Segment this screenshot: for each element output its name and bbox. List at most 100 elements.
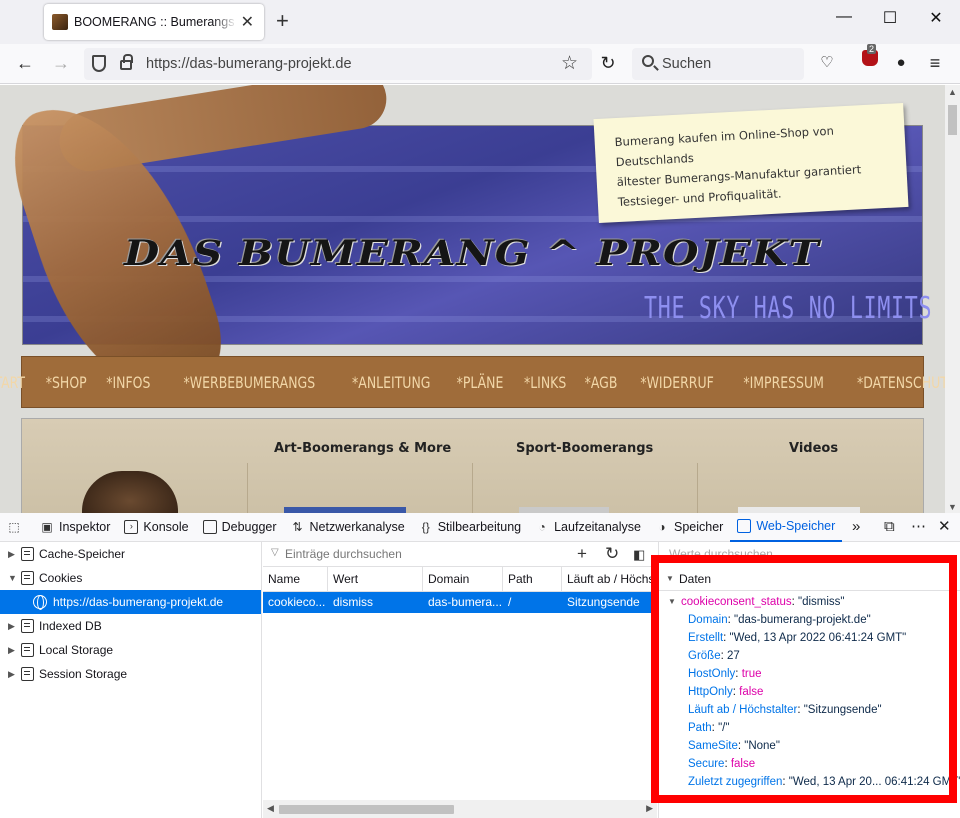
column-heading-sport[interactable]: Sport-Boomerangs — [516, 441, 653, 456]
table-filter[interactable]: ▽ Einträge durchsuchen + ↻ ◧ — [263, 542, 657, 567]
url-text[interactable]: https://das-bumerang-projekt.de — [146, 56, 352, 72]
tree-item-label: Cache-Speicher — [39, 547, 126, 561]
menu-item-shop[interactable]: *SHOP — [45, 373, 86, 392]
cookie-root-entry[interactable]: cookieconsent_status: "dismiss" — [668, 593, 844, 611]
column-header-domain[interactable]: Domain — [423, 567, 503, 592]
column-heading-art[interactable]: Art-Boomerangs & More — [274, 441, 451, 456]
menu-item-infos[interactable]: *INFOS — [106, 373, 150, 392]
scroll-right-arrow-icon[interactable]: ▶ — [646, 803, 653, 814]
more-options-icon[interactable]: ⋯ — [911, 513, 926, 542]
tree-item-local-storage[interactable]: ▶ Local Storage — [0, 638, 261, 662]
minimize-button[interactable]: — — [830, 8, 858, 26]
element-picker-button[interactable]: ⬚ — [0, 513, 33, 542]
site-logo[interactable]: DAS BUMERANG ^ PROJEKT — [124, 233, 945, 274]
cookie-property-row[interactable]: HostOnly: true — [688, 665, 762, 683]
tracking-protection-shield-icon[interactable] — [92, 55, 106, 72]
cell-value[interactable]: dismiss — [328, 592, 423, 613]
toggle-sidebar-icon[interactable]: ◧ — [633, 547, 645, 563]
tree-item-session-storage[interactable]: ▶ Session Storage — [0, 662, 261, 686]
scrollbar-thumb[interactable] — [279, 805, 454, 814]
url-bar[interactable]: https://das-bumerang-projekt.de ☆ — [84, 48, 592, 80]
search-placeholder: Suchen — [662, 56, 712, 72]
tree-item-indexeddb[interactable]: ▶ Indexed DB — [0, 614, 261, 638]
cell-name[interactable]: cookieco... — [263, 592, 328, 613]
menu-item-impressum[interactable]: *IMPRESSUM — [744, 373, 825, 392]
scroll-left-arrow-icon[interactable]: ◀ — [267, 803, 274, 814]
style-editor-icon: {} — [421, 520, 430, 534]
tab-web-speicher[interactable]: Web-Speicher — [730, 513, 843, 542]
menu-item-agb[interactable]: *AGB — [585, 373, 618, 392]
close-window-button[interactable]: ✕ — [922, 8, 950, 28]
table-row[interactable]: cookieco... dismiss das-bumera... / Sitz… — [263, 592, 657, 613]
tree-item-cache[interactable]: ▶ Cache-Speicher — [0, 542, 261, 566]
tab-debugger[interactable]: Debugger — [196, 513, 284, 542]
column-header-expires[interactable]: Läuft ab / Höchs — [562, 567, 657, 592]
cell-path[interactable]: / — [503, 592, 562, 613]
search-box[interactable]: Suchen — [632, 48, 804, 80]
tree-item-cookies[interactable]: ▼ Cookies — [0, 566, 261, 590]
ublock-extension-icon[interactable]: 2 — [862, 44, 878, 66]
reload-button[interactable]: ↻ — [597, 53, 619, 73]
filter-input[interactable]: Einträge durchsuchen — [285, 547, 402, 561]
menu-item-start[interactable]: *START — [0, 373, 25, 392]
column-header-path[interactable]: Path — [503, 567, 562, 592]
scroll-up-arrow-icon[interactable]: ▲ — [948, 87, 957, 97]
column-header-wert[interactable]: Wert — [328, 567, 423, 592]
sidebar-filter-input[interactable]: Werte durchsuchen — [669, 547, 773, 561]
menu-item-plaene[interactable]: *PLÄNE — [456, 373, 503, 392]
tab-stilbearbeitung[interactable]: {} Stilbearbeitung — [412, 513, 528, 542]
tab-laufzeitanalyse[interactable]: ◔ Laufzeitanalyse — [528, 513, 648, 542]
maximize-button[interactable]: ☐ — [876, 8, 904, 28]
new-tab-button[interactable]: + — [276, 10, 289, 32]
tab-konsole[interactable]: › Konsole — [117, 513, 195, 542]
dock-options-icon[interactable]: ⧉ — [884, 513, 895, 542]
cookie-property-row[interactable]: Domain: "das-bumerang-projekt.de" — [688, 611, 871, 629]
forward-button[interactable]: → — [50, 53, 72, 73]
back-button[interactable]: ← — [14, 53, 36, 73]
section-daten[interactable]: Daten — [659, 567, 960, 591]
menu-item-widerruf[interactable]: *WIDERRUF — [640, 373, 713, 392]
tab-netzwerkanalyse[interactable]: ⇅ Netzwerkanalyse — [284, 513, 412, 542]
pocket-icon[interactable]: ♡ — [816, 53, 838, 73]
tree-item-cookie-origin[interactable]: https://das-bumerang-projekt.de — [0, 590, 261, 614]
tab-inspektor[interactable]: ▣ Inspektor — [33, 513, 117, 542]
database-icon — [21, 547, 34, 561]
extension-icon[interactable]: ● — [890, 53, 912, 73]
column-header-name[interactable]: Name — [263, 567, 328, 592]
site-main-menu: *START *SHOP *INFOS *WERBEBUMERANGS *ANL… — [0, 356, 945, 408]
tree-item-label: https://das-bumerang-projekt.de — [53, 595, 224, 609]
cookie-property-row[interactable]: SameSite: "None" — [688, 737, 780, 755]
refresh-icon[interactable]: ↻ — [605, 544, 619, 564]
overflow-chevron-icon[interactable]: » — [852, 513, 860, 542]
cookie-property-row[interactable]: Secure: false — [688, 755, 755, 773]
cookie-property-row[interactable]: Path: "/" — [688, 719, 729, 737]
menu-item-links[interactable]: *LINKS — [524, 373, 566, 392]
tab-active[interactable]: BOOMERANG :: Bumerangs kaufen ✕ — [44, 4, 264, 40]
table-horizontal-scrollbar[interactable]: ◀ ▶ — [263, 800, 657, 818]
property-key: Läuft ab / Höchstalter — [688, 704, 798, 716]
menu-item-datenschutz[interactable]: *DATENSCHUTZ — [857, 373, 945, 392]
bookmark-star-icon[interactable]: ☆ — [561, 52, 578, 75]
table-header: Name Wert Domain Path Läuft ab / Höchs — [263, 567, 657, 592]
close-devtools-icon[interactable]: ✕ — [938, 513, 951, 542]
cookie-property-row[interactable]: HttpOnly: false — [688, 683, 763, 701]
tab-close-icon[interactable]: ✕ — [241, 12, 254, 32]
cell-domain[interactable]: das-bumera... — [423, 592, 503, 613]
add-item-icon[interactable]: + — [577, 544, 587, 564]
tab-speicher[interactable]: ◑ Speicher — [648, 513, 730, 542]
lock-icon[interactable] — [120, 54, 133, 70]
scroll-down-arrow-icon[interactable]: ▼ — [948, 502, 957, 512]
menu-hamburger-icon[interactable]: ≡ — [924, 53, 946, 73]
page-scrollbar[interactable]: ▲ ▼ — [945, 85, 960, 513]
cell-expires[interactable]: Sitzungsende — [562, 592, 657, 613]
cookie-property-row[interactable]: Läuft ab / Höchstalter: "Sitzungsende" — [688, 701, 882, 719]
tab-bar: BOOMERANG :: Bumerangs kaufen ✕ + — ☐ ✕ — [0, 0, 960, 44]
menu-item-anleitung[interactable]: *ANLEITUNG — [352, 373, 430, 392]
cookie-property-row[interactable]: Größe: 27 — [688, 647, 740, 665]
storage-icon — [737, 519, 752, 533]
cookie-property-row[interactable]: Zuletzt zugegriffen: "Wed, 13 Apr 20... … — [688, 773, 960, 791]
column-heading-videos[interactable]: Videos — [789, 441, 838, 456]
menu-item-werbebumerangs[interactable]: *WERBEBUMERANGS — [183, 373, 315, 392]
cookie-property-row[interactable]: Erstellt: "Wed, 13 Apr 2022 06:41:24 GMT… — [688, 629, 906, 647]
scrollbar-thumb[interactable] — [948, 105, 957, 135]
